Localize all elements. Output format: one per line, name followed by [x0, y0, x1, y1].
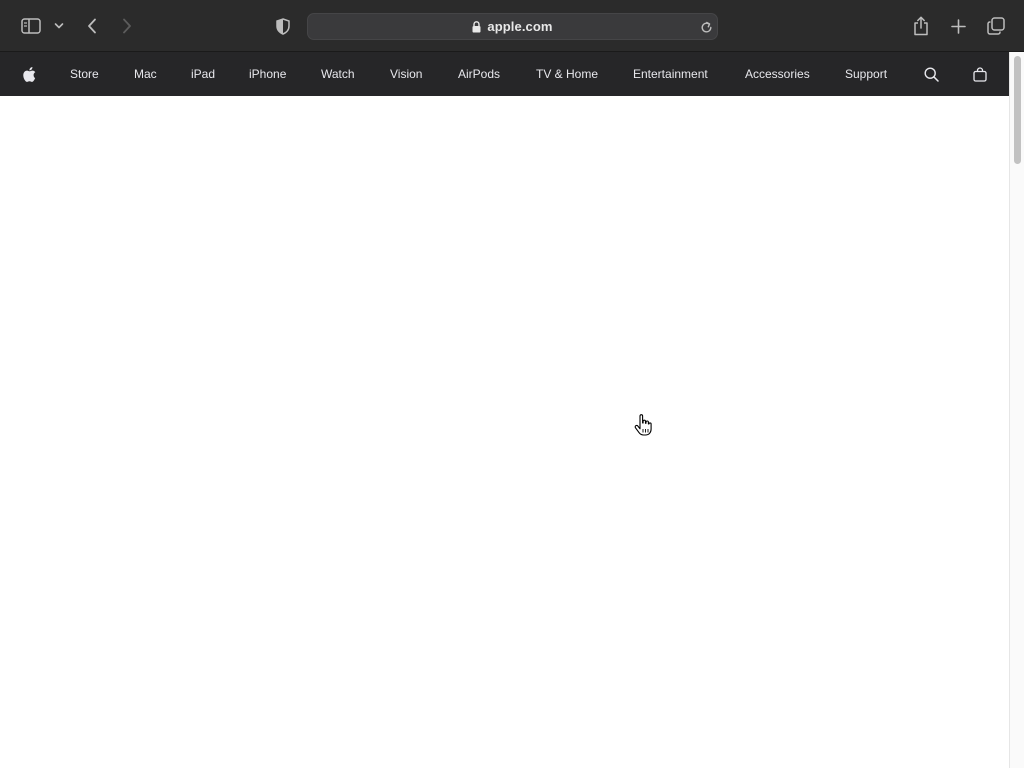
nav-item-support[interactable]: Support: [845, 52, 887, 96]
share-icon[interactable]: [911, 14, 931, 38]
apple-logo-icon[interactable]: [20, 52, 38, 96]
chevron-right-icon[interactable]: [117, 15, 137, 37]
nav-item-airpods[interactable]: AirPods: [458, 52, 500, 96]
nav-item-accessories[interactable]: Accessories: [745, 52, 810, 96]
address-bar[interactable]: apple.com: [307, 13, 718, 40]
reload-icon[interactable]: [698, 19, 714, 35]
vertical-scrollbar[interactable]: [1009, 52, 1024, 768]
chevron-down-icon[interactable]: [52, 18, 66, 34]
shopping-bag-icon[interactable]: [970, 52, 990, 96]
chevron-left-icon[interactable]: [82, 15, 102, 37]
nav-item-entertainment[interactable]: Entertainment: [633, 52, 708, 96]
global-nav: Store Mac iPad iPhone Watch Vision AirPo…: [0, 52, 1009, 96]
nav-item-watch[interactable]: Watch: [321, 52, 355, 96]
address-url: apple.com: [487, 19, 553, 34]
lock-icon: [472, 20, 481, 33]
nav-item-tv-home[interactable]: TV & Home: [536, 52, 598, 96]
nav-item-mac[interactable]: Mac: [134, 52, 157, 96]
plus-icon[interactable]: [948, 16, 968, 36]
scrollbar-thumb[interactable]: [1014, 56, 1021, 164]
shield-icon[interactable]: [273, 15, 293, 37]
nav-item-store[interactable]: Store: [70, 52, 99, 96]
page-content: [0, 96, 1009, 768]
sidebar-icon[interactable]: [18, 15, 44, 37]
nav-item-iphone[interactable]: iPhone: [249, 52, 286, 96]
search-icon[interactable]: [921, 52, 941, 96]
nav-item-vision[interactable]: Vision: [390, 52, 422, 96]
nav-item-ipad[interactable]: iPad: [191, 52, 215, 96]
browser-toolbar: apple.com: [0, 0, 1024, 52]
tabs-overview-icon[interactable]: [985, 16, 1007, 36]
